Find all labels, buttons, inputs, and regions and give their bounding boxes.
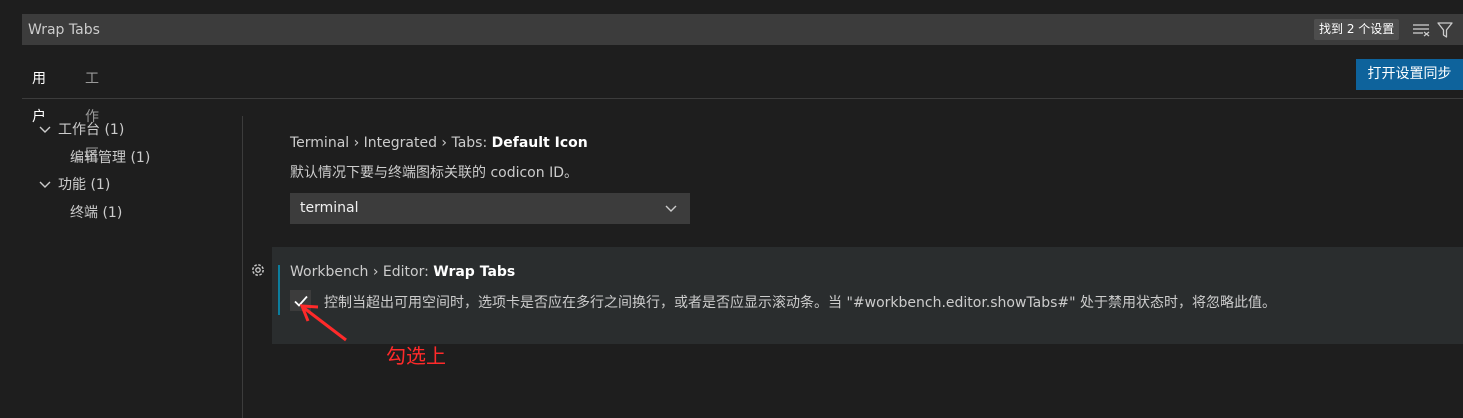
chevron-down-icon xyxy=(39,181,51,188)
toc-item-label: 工作台 (1) xyxy=(58,122,125,138)
toc-item-features[interactable]: 功能 (1) xyxy=(38,175,110,195)
settings-search-input[interactable] xyxy=(22,14,1308,45)
tab-user[interactable]: 用户 xyxy=(22,60,56,125)
toc-item-label: 终端 (1) xyxy=(70,205,123,221)
tabs-divider xyxy=(22,98,1463,99)
setting-name: Default Icon xyxy=(491,135,588,151)
toc-divider xyxy=(242,116,243,418)
annotation-arrow-icon xyxy=(299,304,347,342)
tab-workspace[interactable]: 工作区 xyxy=(75,60,109,163)
result-count-badge: 找到 2 个设置 xyxy=(1314,19,1400,40)
chevron-down-icon xyxy=(39,126,51,133)
setting-description: 控制当超出可用空间时，选项卡是否应在多行之间换行，或者是否应显示滚动条。当 "#… xyxy=(324,295,1277,311)
turn-on-settings-sync-button[interactable]: 打开设置同步 xyxy=(1356,59,1463,90)
default-icon-select[interactable]: terminal xyxy=(290,193,690,224)
gear-icon[interactable] xyxy=(249,261,267,279)
setting-description: 默认情况下要与终端图标关联的 codicon ID。 xyxy=(290,165,578,181)
toc-item-workbench[interactable]: 工作台 (1) xyxy=(38,120,124,140)
setting-name: Wrap Tabs xyxy=(433,264,516,280)
setting-title-wrap-tabs: Workbench › Editor: Wrap Tabs xyxy=(290,264,515,280)
toc-item-label: 功能 (1) xyxy=(58,177,111,193)
setting-title-default-icon: Terminal › Integrated › Tabs: Default Ic… xyxy=(290,135,588,151)
setting-category: Terminal › Integrated › Tabs: xyxy=(290,135,492,151)
clear-filter-icon[interactable] xyxy=(1411,20,1431,40)
modified-indicator xyxy=(278,265,280,315)
toc-item-label: 编辑管理 (1) xyxy=(70,150,151,166)
select-value: terminal xyxy=(300,200,359,216)
settings-editor: 找到 2 个设置 用户 工作区 打开设置同步 工作台 (1) 编辑管理 (1) … xyxy=(0,0,1463,418)
annotation-label: 勾选上 xyxy=(386,344,446,368)
filter-icon[interactable] xyxy=(1435,20,1455,40)
toc-item-terminal[interactable]: 终端 (1) xyxy=(70,203,122,223)
toc-item-editor-management[interactable]: 编辑管理 (1) xyxy=(70,148,150,168)
chevron-down-icon xyxy=(665,205,677,212)
setting-category: Workbench › Editor: xyxy=(290,264,434,280)
settings-search-bar: 找到 2 个设置 xyxy=(22,14,1463,45)
